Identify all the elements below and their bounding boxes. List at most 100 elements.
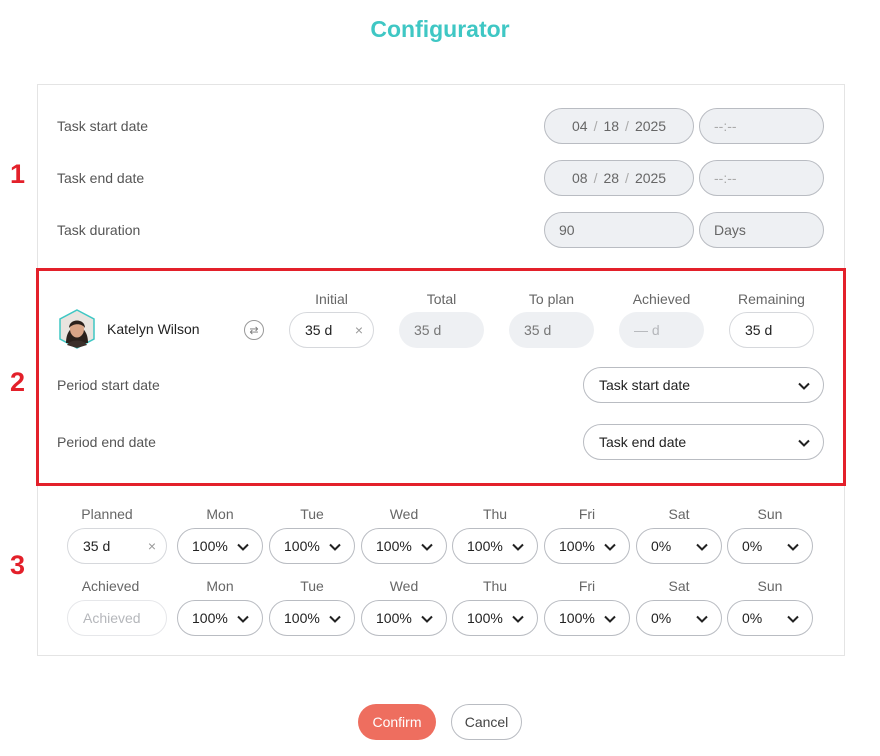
planned-value: 35 d	[83, 538, 111, 554]
achieved-placeholder: — d	[634, 322, 660, 338]
chevron-down-icon	[696, 543, 708, 551]
planned-day-select[interactable]: 100%	[452, 528, 538, 564]
start-day: 18	[603, 118, 620, 134]
planned-input[interactable]: 35 d ×	[67, 528, 167, 564]
section-marker-1: 1	[10, 159, 26, 189]
planned-day-value: 100%	[284, 538, 320, 554]
planned-day-value: 100%	[467, 538, 503, 554]
achieved-day-value: 100%	[559, 610, 595, 626]
chevron-down-icon	[237, 615, 249, 623]
total-value: 35 d	[414, 322, 442, 338]
achieved-day-value: 100%	[284, 610, 320, 626]
achieved-day-select[interactable]: 100%	[361, 600, 447, 636]
task-end-time-input[interactable]: --:--	[699, 160, 824, 196]
task-duration-label: Task duration	[57, 222, 141, 238]
chevron-down-icon	[512, 543, 524, 551]
chevron-down-icon	[604, 543, 616, 551]
planned-day-header: Sat	[668, 506, 690, 522]
achieved-day-select[interactable]: 100%	[452, 600, 538, 636]
confirm-button[interactable]: Confirm	[358, 704, 436, 740]
task-duration-unit[interactable]: Days	[699, 212, 824, 248]
achieved-day-select[interactable]: 100%	[269, 600, 355, 636]
achieved-day-header: Thu	[482, 578, 508, 594]
task-start-date-input[interactable]: 04 / 18 / 2025	[544, 108, 694, 144]
end-time-placeholder: --:--	[714, 170, 737, 186]
planned-day-select[interactable]: 100%	[177, 528, 263, 564]
start-time-placeholder: --:--	[714, 118, 737, 134]
achieved-day-select[interactable]: 0%	[727, 600, 813, 636]
date-separator: /	[593, 170, 598, 186]
planned-label: Planned	[81, 506, 133, 522]
date-separator: /	[625, 170, 629, 186]
remaining-value: 35 d	[745, 322, 773, 338]
start-year: 2025	[634, 118, 667, 134]
section-marker-2: 2	[10, 367, 26, 397]
swap-icon[interactable]: ⇄	[244, 320, 264, 340]
remaining-input[interactable]: 35 d	[729, 312, 814, 348]
column-header-initial: Initial	[315, 291, 348, 307]
achieved-day-header: Sat	[668, 578, 690, 594]
start-month: 04	[572, 118, 588, 134]
achieved-day-value: 0%	[742, 610, 763, 626]
period-end-date-select[interactable]: Task end date	[583, 424, 824, 460]
chevron-down-icon	[329, 543, 341, 551]
achieved-label: Achieved	[81, 578, 140, 594]
achieved-day-header: Mon	[206, 578, 234, 594]
achieved-input[interactable]: Achieved	[67, 600, 167, 636]
user-name: Katelyn Wilson	[107, 321, 200, 337]
task-end-date-input[interactable]: 08 / 28 / 2025	[544, 160, 694, 196]
planned-day-header: Thu	[482, 506, 508, 522]
planned-day-header: Tue	[300, 506, 324, 522]
planned-day-header: Fri	[578, 506, 596, 522]
to-plan-value: 35 d	[524, 322, 552, 338]
clear-icon[interactable]: ×	[148, 538, 156, 554]
planned-day-value: 100%	[376, 538, 412, 554]
planned-day-select[interactable]: 0%	[727, 528, 813, 564]
end-year: 2025	[634, 170, 667, 186]
to-plan-field: 35 d	[509, 312, 594, 348]
achieved-day-header: Fri	[578, 578, 596, 594]
end-month: 08	[572, 170, 588, 186]
achieved-day-select[interactable]: 0%	[636, 600, 722, 636]
section-marker-3: 3	[10, 550, 26, 580]
achieved-day-select[interactable]: 100%	[177, 600, 263, 636]
achieved-input-placeholder: Achieved	[83, 610, 141, 626]
date-separator: /	[625, 118, 629, 134]
end-day: 28	[603, 170, 620, 186]
task-duration-unit-label: Days	[714, 222, 746, 238]
task-duration-input[interactable]: 90	[544, 212, 694, 248]
planned-day-header: Wed	[389, 506, 419, 522]
chevron-down-icon	[696, 615, 708, 623]
column-header-to-plan: To plan	[528, 291, 575, 307]
achieved-day-header: Wed	[389, 578, 419, 594]
planned-day-select[interactable]: 100%	[544, 528, 630, 564]
achieved-day-header: Tue	[300, 578, 324, 594]
planned-day-select[interactable]: 0%	[636, 528, 722, 564]
column-header-remaining: Remaining	[738, 291, 805, 307]
period-start-date-value: Task start date	[599, 377, 691, 393]
task-duration-value: 90	[559, 222, 575, 238]
clear-icon[interactable]: ×	[355, 322, 363, 338]
achieved-day-value: 100%	[467, 610, 503, 626]
planned-day-header: Sun	[757, 506, 783, 522]
planned-day-value: 0%	[742, 538, 763, 554]
achieved-day-select[interactable]: 100%	[544, 600, 630, 636]
initial-value: 35 d	[305, 322, 333, 338]
planned-day-value: 100%	[559, 538, 595, 554]
period-end-date-value: Task end date	[599, 434, 687, 450]
total-field: 35 d	[399, 312, 484, 348]
task-start-time-input[interactable]: --:--	[699, 108, 824, 144]
date-separator: /	[593, 118, 598, 134]
planned-day-header: Mon	[206, 506, 234, 522]
cancel-button[interactable]: Cancel	[451, 704, 522, 740]
planned-day-select[interactable]: 100%	[361, 528, 447, 564]
planned-day-select[interactable]: 100%	[269, 528, 355, 564]
planned-day-value: 100%	[192, 538, 228, 554]
period-end-date-label: Period end date	[57, 434, 156, 450]
chevron-down-icon	[787, 543, 799, 551]
period-start-date-select[interactable]: Task start date	[583, 367, 824, 403]
initial-input[interactable]: 35 d ×	[289, 312, 374, 348]
column-header-total: Total	[426, 291, 457, 307]
chevron-down-icon	[421, 615, 433, 623]
achieved-day-value: 0%	[651, 610, 672, 626]
